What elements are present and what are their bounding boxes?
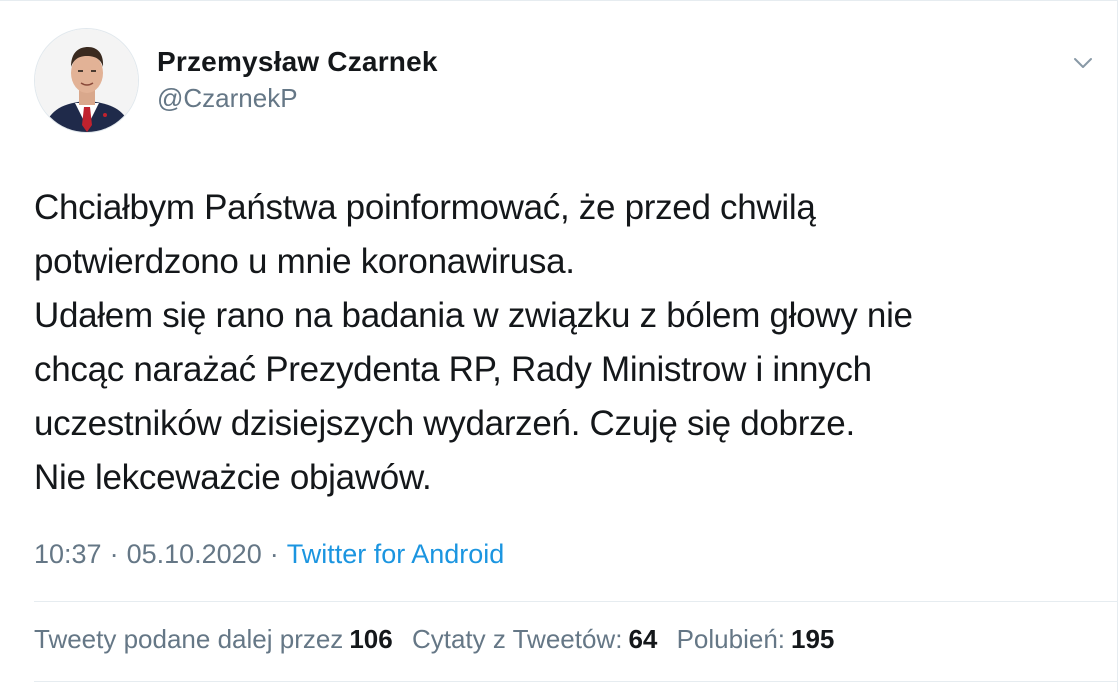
tweet-text-line: Nie lekceważcie objawów. — [34, 458, 432, 497]
tweet-time[interactable]: 10:37 — [34, 539, 102, 569]
tweet-stats: Tweety podane dalej przez 106 Cytaty z Tw… — [34, 624, 846, 655]
tweet-text-line: chcąc narażać Prezydenta RP, Rady Minist… — [34, 350, 872, 389]
retweets-stat[interactable]: Tweety podane dalej przez 106 — [34, 624, 393, 654]
divider — [34, 681, 1118, 682]
profile-photo-icon — [35, 29, 138, 132]
divider — [34, 601, 1118, 602]
tweet-meta: 10:37 · 05.10.2020 · Twitter for Android — [34, 539, 504, 570]
tweet-date[interactable]: 05.10.2020 — [127, 539, 262, 569]
display-name[interactable]: Przemysław Czarnek — [157, 46, 438, 78]
chevron-down-icon — [1074, 58, 1092, 68]
meta-separator: · — [269, 539, 279, 569]
likes-stat[interactable]: Polubień: 195 — [677, 624, 835, 654]
quotes-label: Cytaty z Tweetów: — [411, 624, 623, 654]
avatar[interactable] — [34, 28, 139, 133]
tweet-menu-button[interactable] — [1068, 51, 1098, 75]
tweet-card: Przemysław Czarnek @CzarnekP Chciałbym P… — [0, 0, 1118, 692]
likes-count: 195 — [791, 624, 835, 654]
tweet-text-line: Chciałbym Państwa poinformować, że przed… — [34, 188, 816, 227]
retweets-label: Tweety podane dalej przez — [34, 624, 344, 654]
tweet-text-line: potwierdzono u mnie koronawirusa. — [34, 242, 575, 281]
tweet-text-line: Udałem się rano na badania w związku z b… — [34, 296, 913, 335]
likes-label: Polubień: — [676, 624, 786, 654]
meta-separator: · — [109, 539, 119, 569]
tweet-source-link[interactable]: Twitter for Android — [287, 539, 505, 569]
quotes-count: 64 — [628, 624, 658, 654]
tweet-text-line: uczestników dzisiejszych wydarzeń. Czuję… — [34, 404, 855, 443]
quotes-stat[interactable]: Cytaty z Tweetów: 64 — [412, 624, 657, 654]
tweet-text: Chciałbym Państwa poinformować, że przed… — [34, 181, 1094, 505]
user-handle[interactable]: @CzarnekP — [157, 83, 298, 114]
retweets-count: 106 — [349, 624, 393, 654]
